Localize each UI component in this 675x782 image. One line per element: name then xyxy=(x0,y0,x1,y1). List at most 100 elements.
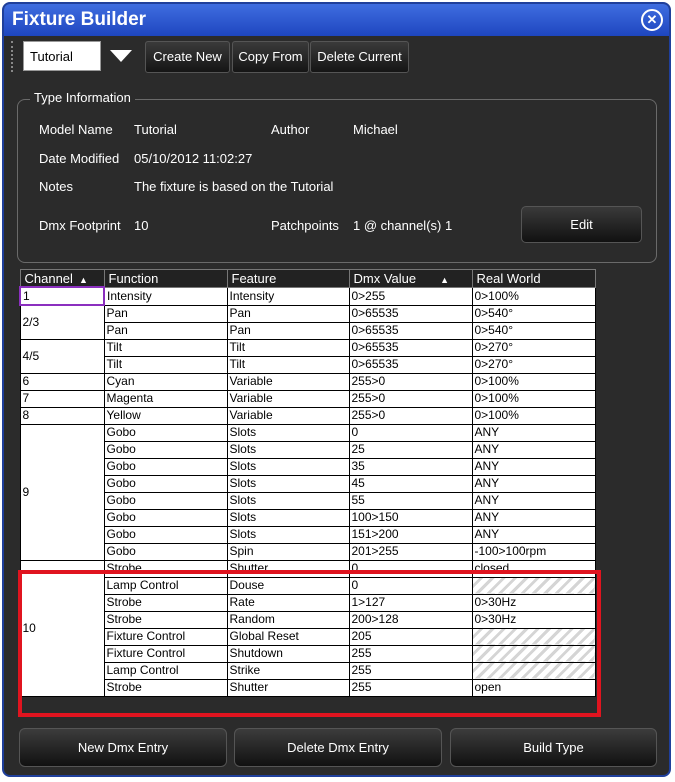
cell-function[interactable]: Lamp Control xyxy=(103,661,228,680)
dropdown-arrow-icon[interactable] xyxy=(101,41,141,71)
cell-dmx-value[interactable]: 45 xyxy=(348,474,473,493)
fixture-type-value[interactable]: Tutorial xyxy=(23,41,101,71)
table-row[interactable]: 2/3 Pan Pan 0>65535 0>540° xyxy=(19,304,596,340)
cell-feature[interactable]: Variable xyxy=(226,406,350,425)
cell-real-world[interactable]: ANY xyxy=(471,474,596,493)
cell-dmx-value[interactable]: 151>200 xyxy=(348,525,473,544)
cell-function[interactable]: Gobo xyxy=(103,525,228,544)
cell-function[interactable]: Gobo xyxy=(103,457,228,476)
cell-real-world[interactable]: ANY xyxy=(471,457,596,476)
cell-real-world[interactable]: 0>540° xyxy=(471,304,596,323)
cell-channel[interactable]: 10 xyxy=(19,559,105,697)
create-new-button[interactable]: Create New xyxy=(145,41,230,73)
cell-feature[interactable]: Slots xyxy=(226,423,350,442)
table-row[interactable]: 7 Magenta Variable 255>0 0>100% xyxy=(19,389,596,408)
cell-function[interactable]: Cyan xyxy=(103,372,228,391)
cell-real-world[interactable]: 0>540° xyxy=(471,321,596,340)
table-row[interactable]: Lamp Control Douse 0 xyxy=(20,576,596,595)
cell-feature[interactable]: Variable xyxy=(226,389,350,408)
cell-function[interactable]: Gobo xyxy=(103,440,228,459)
cell-dmx-value[interactable]: 255 xyxy=(348,678,473,697)
table-row[interactable]: 10 Strobe Shutter 0 closed xyxy=(19,559,596,697)
cell-dmx-value[interactable]: 1>127 xyxy=(348,593,473,612)
cell-feature[interactable]: Pan xyxy=(226,304,350,323)
copy-from-button[interactable]: Copy From xyxy=(232,41,309,73)
table-row[interactable]: Strobe Rate 1>127 0>30Hz xyxy=(20,593,596,612)
table-row[interactable]: 8 Yellow Variable 255>0 0>100% xyxy=(19,406,596,425)
table-row[interactable]: Gobo Slots 55 ANY xyxy=(20,491,596,510)
header-channel[interactable]: Channel ▲ xyxy=(19,269,105,288)
fixture-type-dropdown[interactable]: Tutorial xyxy=(23,41,141,73)
toolbar-grip-handle[interactable] xyxy=(11,41,17,72)
cell-function[interactable]: Magenta xyxy=(103,389,228,408)
cell-feature[interactable]: Douse xyxy=(226,576,350,595)
cell-dmx-value[interactable]: 255>0 xyxy=(348,406,473,425)
cell-feature[interactable]: Tilt xyxy=(226,338,350,357)
cell-real-world[interactable]: ANY xyxy=(471,440,596,459)
cell-dmx-value[interactable]: 0 xyxy=(348,423,473,442)
title-bar[interactable]: Fixture Builder ✕ xyxy=(4,4,669,36)
cell-function[interactable]: Gobo xyxy=(103,542,228,561)
cell-channel[interactable]: 9 xyxy=(19,423,105,561)
table-row[interactable]: Gobo Slots 151>200 ANY xyxy=(20,525,596,544)
cell-feature[interactable]: Intensity xyxy=(226,286,350,306)
cell-real-world[interactable]: 0>100% xyxy=(471,372,596,391)
cell-dmx-value[interactable]: 25 xyxy=(348,440,473,459)
cell-feature[interactable]: Slots xyxy=(226,457,350,476)
table-row[interactable]: 6 Cyan Variable 255>0 0>100% xyxy=(19,372,596,391)
cell-feature[interactable]: Shutter xyxy=(226,559,350,578)
table-row[interactable]: Fixture Control Global Reset 205 xyxy=(20,627,596,646)
table-row[interactable]: Fixture Control Shutdown 255 xyxy=(20,644,596,663)
cell-real-world[interactable]: 0>30Hz xyxy=(471,593,596,612)
cell-function[interactable]: Lamp Control xyxy=(103,576,228,595)
cell-feature[interactable]: Random xyxy=(226,610,350,629)
table-row[interactable]: 9 Gobo Slots 0 ANY xyxy=(19,423,596,561)
cell-real-world[interactable]: 0>270° xyxy=(471,355,596,374)
cell-real-world[interactable]: 0>100% xyxy=(471,286,596,306)
table-row[interactable]: 1 Intensity Intensity 0>255 0>100% xyxy=(19,286,596,306)
table-row[interactable]: Lamp Control Strike 255 xyxy=(20,661,596,680)
cell-real-world[interactable]: 0>100% xyxy=(471,389,596,408)
cell-dmx-value[interactable]: 35 xyxy=(348,457,473,476)
cell-feature[interactable]: Slots xyxy=(226,508,350,527)
cell-real-world[interactable]: 0>30Hz xyxy=(471,610,596,629)
cell-function[interactable]: Pan xyxy=(103,321,228,340)
cell-dmx-value[interactable]: 200>128 xyxy=(348,610,473,629)
cell-real-world[interactable]: ANY xyxy=(471,491,596,510)
cell-real-world[interactable]: open xyxy=(471,678,596,697)
cell-feature[interactable]: Strike xyxy=(226,661,350,680)
cell-real-world[interactable]: ANY xyxy=(471,423,596,442)
table-row[interactable]: Strobe Random 200>128 0>30Hz xyxy=(20,610,596,629)
header-real-world[interactable]: Real World xyxy=(471,269,596,288)
cell-real-world[interactable]: 0>270° xyxy=(471,338,596,357)
header-dmx-value[interactable]: Dmx Value ▲ xyxy=(348,269,473,288)
edit-button[interactable]: Edit xyxy=(521,206,642,243)
cell-dmx-value[interactable]: 0>255 xyxy=(348,286,473,306)
cell-feature[interactable]: Slots xyxy=(226,440,350,459)
cell-function[interactable]: Strobe xyxy=(103,559,228,578)
table-row[interactable]: Pan Pan 0>65535 0>540° xyxy=(20,321,596,340)
cell-dmx-value[interactable]: 205 xyxy=(348,627,473,646)
cell-dmx-value[interactable]: 0>65535 xyxy=(348,355,473,374)
cell-channel[interactable]: 6 xyxy=(19,372,105,391)
table-row[interactable]: 4/5 Tilt Tilt 0>65535 0>270° xyxy=(19,338,596,374)
cell-function[interactable]: Tilt xyxy=(103,338,228,357)
cell-function[interactable]: Strobe xyxy=(103,593,228,612)
cell-real-world[interactable]: ANY xyxy=(471,525,596,544)
cell-dmx-value[interactable]: 255 xyxy=(348,644,473,663)
cell-feature[interactable]: Spin xyxy=(226,542,350,561)
cell-dmx-value[interactable]: 0>65535 xyxy=(348,321,473,340)
cell-feature[interactable]: Slots xyxy=(226,525,350,544)
cell-function[interactable]: Strobe xyxy=(103,610,228,629)
table-row[interactable]: Gobo Spin 201>255 -100>100rpm xyxy=(20,542,596,561)
delete-dmx-entry-button[interactable]: Delete Dmx Entry xyxy=(234,728,442,767)
cell-function[interactable]: Gobo xyxy=(103,474,228,493)
cell-function[interactable]: Gobo xyxy=(103,508,228,527)
cell-real-world[interactable]: 0>100% xyxy=(471,406,596,425)
cell-function[interactable]: Pan xyxy=(103,304,228,323)
cell-feature[interactable]: Variable xyxy=(226,372,350,391)
build-type-button[interactable]: Build Type xyxy=(450,728,657,767)
cell-function[interactable]: Strobe xyxy=(103,678,228,697)
cell-dmx-value[interactable]: 55 xyxy=(348,491,473,510)
cell-function[interactable]: Fixture Control xyxy=(103,644,228,663)
